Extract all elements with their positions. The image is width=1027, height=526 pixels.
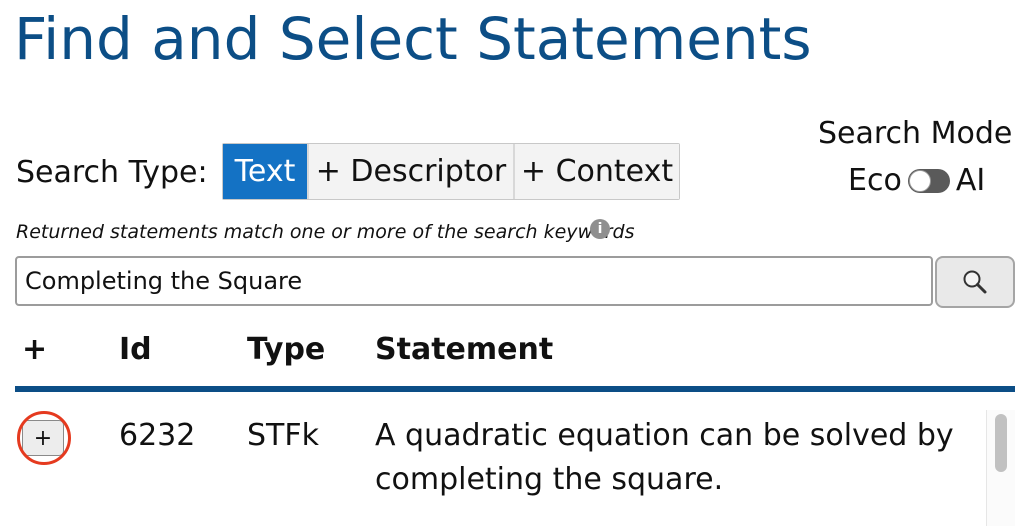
search-hint-text: Returned statements match one or more of… <box>16 221 635 243</box>
search-mode-title: Search Mode <box>818 116 1013 151</box>
column-header-type[interactable]: Type <box>247 330 325 370</box>
row-type: STFk <box>247 418 319 453</box>
search-type-context-button[interactable]: + Context <box>515 144 679 199</box>
page-title: Find and Select Statements <box>14 5 812 73</box>
search-type-descriptor-button[interactable]: + Descriptor <box>309 144 515 199</box>
search-type-label: Search Type: <box>16 155 208 190</box>
row-statement: A quadratic equation can be solved by co… <box>375 418 954 497</box>
search-input[interactable] <box>15 256 933 306</box>
toggle-knob <box>908 170 931 192</box>
search-type-text-button[interactable]: Text <box>223 144 309 199</box>
table-scrollbar[interactable] <box>986 410 1015 526</box>
search-mode-eco-label: Eco <box>848 163 902 198</box>
search-mode-ai-label: AI <box>955 163 986 198</box>
search-mode-toggle[interactable] <box>907 169 950 193</box>
magnifier-icon <box>963 270 987 294</box>
search-mode-row: Eco AI <box>848 161 985 201</box>
add-statement-button[interactable]: + <box>22 420 64 456</box>
search-type-segmented-control: Text + Descriptor + Context <box>222 143 680 200</box>
scrollbar-thumb[interactable] <box>995 414 1007 472</box>
column-header-add: + <box>22 332 48 367</box>
info-icon[interactable]: i <box>590 219 610 239</box>
column-header-id[interactable]: Id <box>119 330 152 370</box>
search-button[interactable] <box>935 256 1015 308</box>
header-divider <box>15 386 1015 392</box>
row-id: 6232 <box>119 418 196 453</box>
column-header-statement[interactable]: Statement <box>375 330 553 370</box>
